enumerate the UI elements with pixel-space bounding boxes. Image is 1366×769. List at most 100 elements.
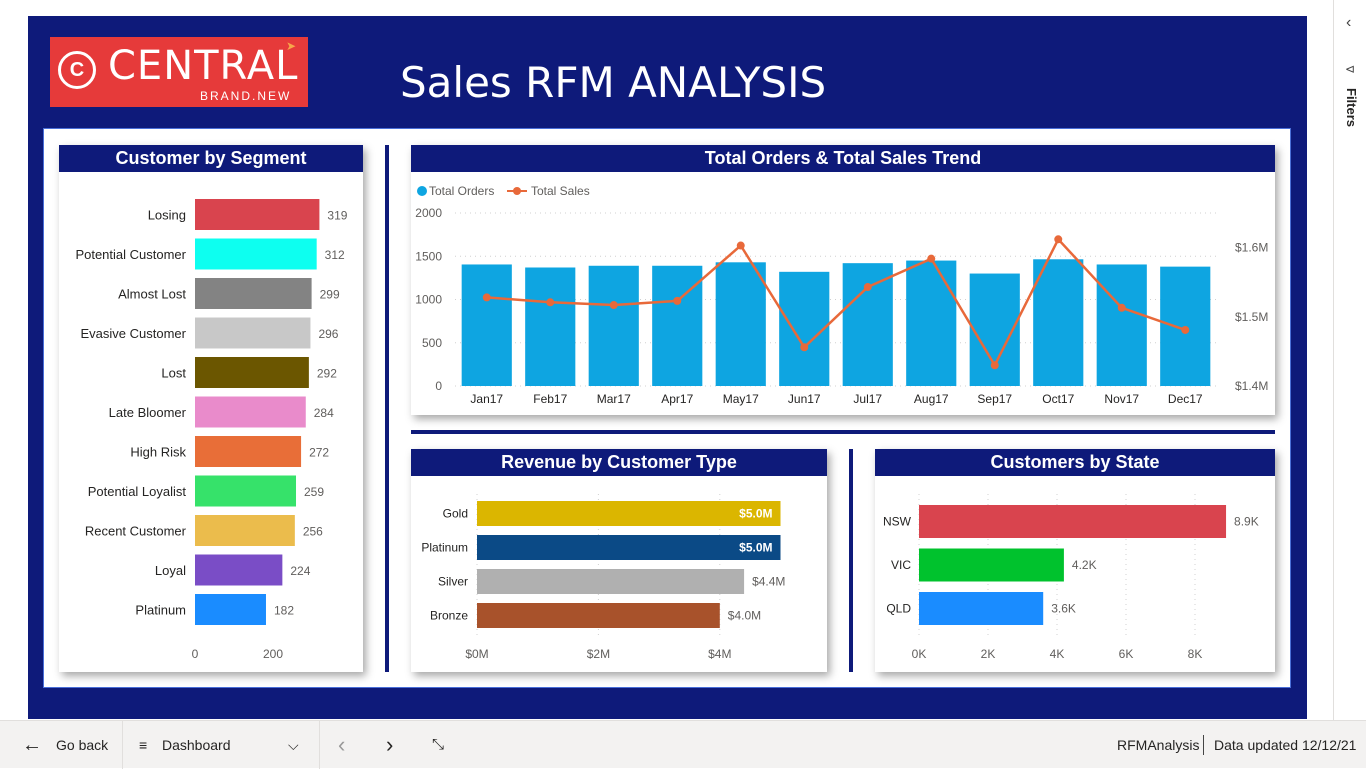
orders-bar (715, 262, 766, 386)
legend-sales-label: Total Sales (531, 184, 590, 198)
state-chart: NSW 8.9K VIC 4.2K QLD 3.6K 0K 2K 4K 6K 8K (883, 494, 1259, 661)
revenue-category-label: Bronze (430, 609, 468, 623)
state-card-title: Customers by State (875, 449, 1275, 476)
trend-x-tick: Jan17 (470, 392, 503, 406)
revenue-category-label: Gold (443, 507, 468, 521)
separator (1203, 735, 1204, 755)
revenue-bar (477, 501, 781, 526)
state-axis-tick: 2K (981, 647, 996, 661)
sales-point (673, 296, 682, 305)
chevron-down-icon[interactable]: ⌵ (288, 721, 299, 769)
trend-x-tick: Nov17 (1104, 392, 1139, 406)
segment-category-label: High Risk (130, 445, 186, 460)
sales-point (609, 301, 618, 310)
orders-bar (842, 263, 893, 386)
trend-x-tick: Dec17 (1168, 392, 1203, 406)
segment-category-label: Potential Loyalist (88, 484, 187, 499)
revenue-card[interactable]: Revenue by Customer Type Gold $5.0M Platin… (411, 449, 827, 672)
next-page-icon[interactable]: › (386, 721, 393, 769)
segment-bar (195, 396, 306, 428)
trend-card-title: Total Orders & Total Sales Trend (411, 145, 1275, 172)
segment-bar (195, 199, 320, 230)
filter-funnel-icon[interactable]: ⊲ (1345, 62, 1355, 76)
trend-left-tick: 0 (435, 379, 442, 393)
segment-value-label: 296 (318, 327, 338, 341)
trend-left-tick: 2000 (415, 206, 442, 220)
revenue-axis-tick: $2M (587, 647, 610, 661)
segment-bar (195, 278, 312, 309)
orders-bar (652, 265, 703, 386)
go-back-button[interactable]: Go back (56, 721, 108, 769)
segment-category-label: Almost Lost (118, 287, 186, 302)
horizontal-divider (411, 430, 1275, 434)
arrow-left-icon[interactable]: ← (22, 721, 42, 769)
segment-category-label: Losing (148, 208, 186, 223)
state-bar (919, 592, 1044, 625)
trend-right-tick: $1.6M (1235, 241, 1268, 255)
state-bar (919, 548, 1064, 582)
state-category-label: NSW (883, 515, 912, 529)
segment-value-label: 319 (327, 209, 347, 223)
segment-bar (195, 515, 295, 546)
state-axis-tick: 8K (1188, 647, 1203, 661)
trend-x-tick: Mar17 (597, 392, 631, 406)
revenue-value-label: $5.0M (739, 541, 772, 555)
segment-category-label: Evasive Customer (81, 326, 187, 341)
state-value-label: 4.2K (1072, 558, 1097, 572)
previous-page-icon[interactable]: ‹ (338, 721, 345, 769)
segment-category-label: Late Bloomer (109, 405, 187, 420)
vertical-divider (385, 145, 389, 672)
revenue-value-label: $4.4M (752, 575, 785, 589)
segment-bar (195, 317, 311, 349)
segment-value-label: 299 (320, 288, 340, 302)
page-selector[interactable]: Dashboard (162, 721, 231, 769)
orders-bar (1096, 264, 1147, 386)
segment-value-label: 292 (317, 367, 337, 381)
separator (122, 721, 123, 769)
segment-category-label: Platinum (135, 603, 186, 618)
trend-left-tick: 1000 (415, 293, 442, 307)
collapse-chevron-left-icon[interactable]: ‹ (1346, 14, 1351, 32)
segment-value-label: 256 (303, 525, 323, 539)
segment-value-label: 312 (325, 248, 345, 262)
logo-spark-icon: ➤ (286, 39, 297, 53)
trend-x-tick: Apr17 (661, 392, 693, 406)
segment-card[interactable]: Customer by Segment Losing 319 Potential C… (59, 145, 363, 672)
revenue-chart: Gold $5.0M Platinum $5.0M Silver $4.4M Bronze $… (421, 494, 785, 661)
orders-bar (906, 260, 957, 386)
orders-bar (461, 264, 512, 386)
sales-point (736, 241, 745, 250)
filters-label[interactable]: Filters (1344, 88, 1359, 127)
state-axis-tick: 0K (912, 647, 927, 661)
segment-bar (195, 594, 266, 625)
revenue-bar (477, 569, 745, 594)
state-axis-tick: 4K (1050, 647, 1065, 661)
logo-wordmark: CENTRAL (108, 43, 299, 89)
trend-chart: Total Orders Total Sales 2000 1500 1000 500 0 $… (415, 184, 1268, 406)
segment-value-label: 259 (304, 485, 324, 499)
revenue-category-label: Silver (438, 575, 468, 589)
trend-x-tick: Jul17 (853, 392, 882, 406)
data-updated-text: Data updated 12/12/21 (1214, 737, 1357, 753)
bottom-navigation-bar: ← Go back ≡ Dashboard ⌵ ‹ › ⤡ RFMAnalysi… (0, 720, 1366, 769)
filters-pane[interactable]: ‹ ⊲ Filters (1333, 0, 1366, 720)
state-card[interactable]: Customers by State NSW 8.9K VIC 4.2K QLD 3.6K… (875, 449, 1275, 672)
fit-to-page-icon[interactable]: ⤡ (432, 721, 444, 769)
logo-c-icon: C (58, 51, 96, 89)
trend-x-tick: Sep17 (977, 392, 1012, 406)
legend-orders-label: Total Orders (429, 184, 494, 198)
list-icon: ≡ (139, 737, 148, 753)
central-logo: C CENTRAL BRAND.NEW ➤ (50, 37, 308, 107)
state-category-label: VIC (891, 558, 911, 572)
revenue-value-label: $5.0M (739, 507, 772, 521)
revenue-card-title: Revenue by Customer Type (411, 449, 827, 476)
trend-right-tick: $1.5M (1235, 310, 1268, 324)
segment-category-label: Potential Customer (75, 247, 186, 262)
state-bar (919, 505, 1227, 538)
trend-card[interactable]: Total Orders & Total Sales Trend Total O… (411, 145, 1275, 415)
vertical-divider-2 (849, 449, 853, 672)
trend-right-tick: $1.4M (1235, 379, 1268, 393)
separator (319, 721, 320, 769)
segment-value-label: 224 (290, 564, 310, 578)
revenue-axis-tick: $4M (708, 647, 731, 661)
